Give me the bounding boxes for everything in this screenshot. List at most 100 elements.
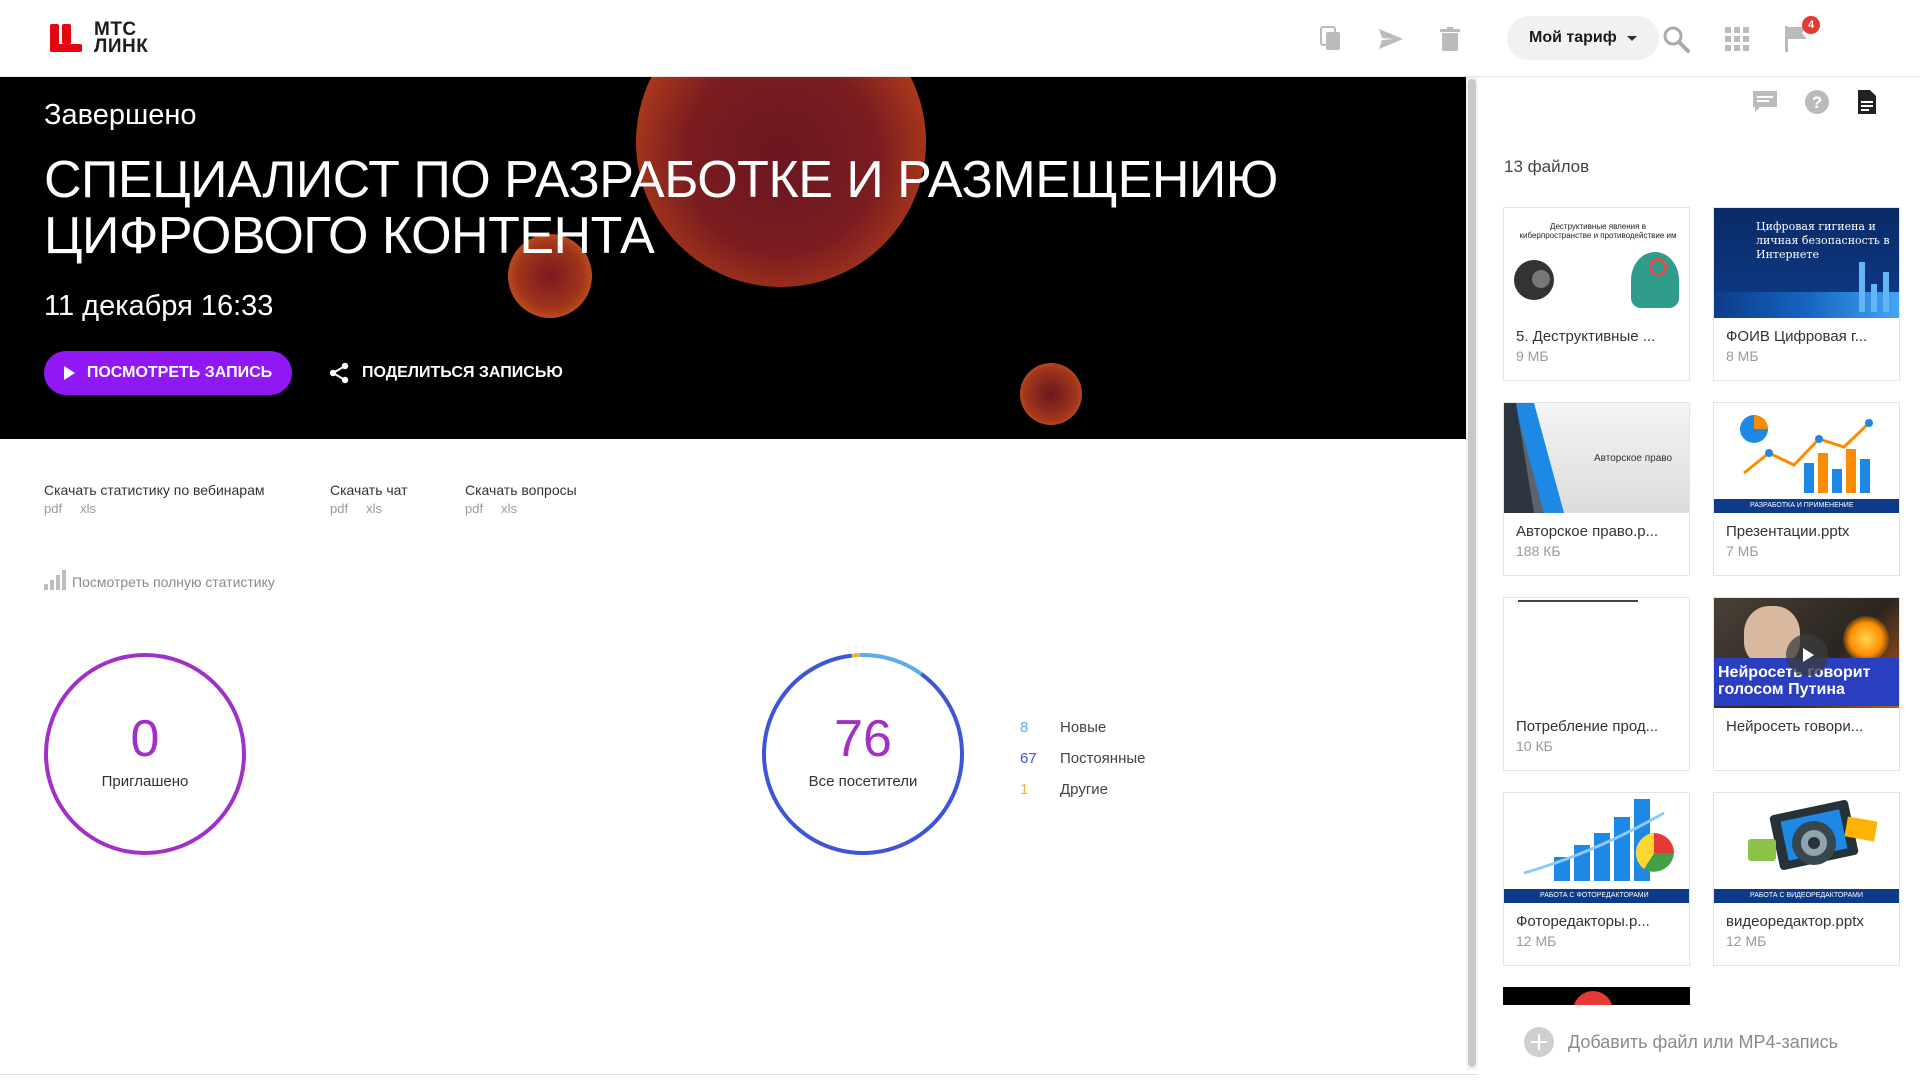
download-webinar-stats: Скачать статистику по вебинарам pdf xls <box>44 482 264 516</box>
file-name: Фоторедакторы.p... <box>1516 913 1650 930</box>
main-scrollbar[interactable] <box>1466 77 1478 1070</box>
file-name: ФОИВ Цифровая г... <box>1726 328 1868 345</box>
file-size: 188 КБ <box>1516 543 1561 559</box>
invited-value: 0 <box>130 710 160 768</box>
thumbnail-text: Деструктивные явления в киберпространств… <box>1519 222 1677 240</box>
share-recording-label: ПОДЕЛИТЬСЯ ЗАПИСЬЮ <box>362 364 563 381</box>
file-thumbnail: РАЗРАБОТКА И ПРИМЕНЕНИЕ <box>1714 403 1899 513</box>
file-thumbnail: Нейросеть говорит голосом Путина <box>1714 598 1899 708</box>
download-label: Скачать чат <box>330 482 408 498</box>
file-name: Нейросеть говори... <box>1726 718 1864 735</box>
file-size <box>1714 735 1899 738</box>
svg-text:?: ? <box>1812 93 1822 112</box>
notification-badge: 4 <box>1802 16 1820 34</box>
file-thumbnail <box>1504 598 1689 708</box>
play-icon[interactable] <box>1786 634 1828 676</box>
scrollbar-thumb[interactable] <box>1468 79 1476 1067</box>
download-xls-link[interactable]: xls <box>501 501 517 516</box>
logo-mark-icon <box>50 20 84 56</box>
thumbnail-text: РАЗРАБОТКА И ПРИМЕНЕНИЕ <box>1714 499 1899 513</box>
play-icon <box>63 366 75 380</box>
my-tariff-dropdown[interactable]: Мой тариф <box>1507 16 1659 60</box>
copy-icon[interactable] <box>1316 24 1346 54</box>
send-icon[interactable] <box>1376 24 1406 54</box>
download-xls-link[interactable]: xls <box>366 501 382 516</box>
download-pdf-link[interactable]: pdf <box>330 501 348 516</box>
share-recording-button[interactable]: ПОДЕЛИТЬСЯ ЗАПИСЬЮ <box>328 351 563 395</box>
document-icon[interactable] <box>1852 87 1882 117</box>
legend-label: Постоянные <box>1060 750 1146 767</box>
add-file-button[interactable]: Добавить файл или MP4-запись <box>1524 1027 1838 1057</box>
webinar-status: Завершено <box>44 99 197 131</box>
file-name: Авторское право.p... <box>1516 523 1659 540</box>
share-icon <box>329 362 349 384</box>
thumbnail-text: РАБОТА С ВИДЕОРЕДАКТОРАМИ <box>1714 889 1899 903</box>
top-bar: МТС ЛИНК Мой тариф 4 <box>0 0 1920 77</box>
download-xls-link[interactable]: xls <box>80 501 96 516</box>
attendees-counter: 76 Все посетители <box>760 651 966 857</box>
bar-chart-icon <box>44 570 66 590</box>
file-thumbnail: Авторское право <box>1504 403 1689 513</box>
trash-icon[interactable] <box>1435 24 1465 54</box>
watch-recording-button[interactable]: ПОСМОТРЕТЬ ЗАПИСЬ <box>44 351 292 395</box>
view-full-stats-link[interactable]: Посмотреть полную статистику <box>44 570 275 590</box>
thumbnail-text: РАБОТА С ФОТОРЕДАКТОРАМИ <box>1504 889 1689 903</box>
file-thumbnail: Цифровая гигиена и личная безопасность в… <box>1714 208 1899 318</box>
thumbnail-text: Авторское право <box>1594 453 1673 464</box>
attendees-total: 76 <box>834 710 892 768</box>
file-card[interactable]: РАБОТА С ВИДЕОРЕДАКТОРАМИ видеоредактор.… <box>1713 792 1900 966</box>
watch-recording-label: ПОСМОТРЕТЬ ЗАПИСЬ <box>86 364 273 381</box>
legend-count: 8 <box>1020 719 1029 736</box>
invited-label: Приглашено <box>101 773 189 790</box>
legend-count: 1 <box>1020 781 1029 798</box>
webinar-title: Специалист по разработке и размещению ци… <box>44 151 1278 265</box>
add-file-label: Добавить файл или MP4-запись <box>1568 1031 1838 1052</box>
tariff-label: Мой тариф <box>1529 29 1617 46</box>
download-chat: Скачать чат pdf xls <box>330 482 408 516</box>
flag-icon[interactable]: 4 <box>1782 16 1820 54</box>
file-size: 12 МБ <box>1516 933 1557 949</box>
search-icon[interactable] <box>1661 24 1691 54</box>
files-count: 13 файлов <box>1504 157 1590 176</box>
webinar-date: 11 декабря 16:33 <box>44 290 274 322</box>
download-label: Скачать статистику по вебинарам <box>44 482 265 498</box>
view-full-stats-label: Посмотреть полную статистику <box>72 574 275 590</box>
file-size: 8 МБ <box>1726 348 1759 364</box>
legend-item-other: 1 Другие <box>1020 774 1145 805</box>
file-size: 10 КБ <box>1516 738 1553 754</box>
mts-link-logo[interactable]: МТС ЛИНК <box>50 20 148 56</box>
ring-segment-other <box>851 653 861 658</box>
file-card[interactable]: Цифровая гигиена и личная безопасность в… <box>1713 207 1900 381</box>
webinar-hero-banner: Завершено Специалист по разработке и раз… <box>0 77 1478 439</box>
chat-icon[interactable] <box>1750 87 1780 117</box>
divider <box>0 1074 1478 1075</box>
chevron-down-icon <box>1626 35 1637 41</box>
invited-counter: 0 Приглашено <box>42 651 248 857</box>
file-name: Презентации.pptx <box>1726 523 1850 540</box>
file-card[interactable]: РАЗРАБОТКА И ПРИМЕНЕНИЕ Презентации.pptx… <box>1713 402 1900 576</box>
file-name: 5. Деструктивные ... <box>1516 328 1656 345</box>
legend-count: 67 <box>1020 750 1037 767</box>
file-size: 7 МБ <box>1726 543 1759 559</box>
download-questions: Скачать вопросы pdf xls <box>465 482 577 516</box>
apps-grid-icon[interactable] <box>1722 24 1752 54</box>
file-card[interactable]: Потребление прод... 10 КБ <box>1503 597 1690 771</box>
legend-label: Новые <box>1060 719 1107 736</box>
logo-text: МТС ЛИНК <box>94 20 148 56</box>
file-name: Потребление прод... <box>1516 718 1659 735</box>
attendees-label: Все посетители <box>808 773 918 790</box>
file-card[interactable]: Авторское право Авторское право.p... 188… <box>1503 402 1690 576</box>
download-pdf-link[interactable]: pdf <box>44 501 62 516</box>
files-panel: ? 13 файлов Деструктивные явления в кибе… <box>1480 77 1920 1080</box>
legend-item-regular: 67 Постоянные <box>1020 743 1145 774</box>
plus-icon <box>1524 1027 1554 1057</box>
download-pdf-link[interactable]: pdf <box>465 501 483 516</box>
help-icon[interactable]: ? <box>1802 87 1832 117</box>
file-card[interactable]: Нейросеть говорит голосом Путина Нейросе… <box>1713 597 1900 771</box>
legend-item-new: 8 Новые <box>1020 712 1145 743</box>
file-card[interactable]: Деструктивные явления в киберпространств… <box>1503 207 1690 381</box>
thumbnail-text: Цифровая гигиена и личная безопасность в… <box>1756 220 1890 261</box>
file-thumbnail: РАБОТА С ВИДЕОРЕДАКТОРАМИ <box>1714 793 1899 903</box>
file-card[interactable]: РАБОТА С ФОТОРЕДАКТОРАМИ Фоторедакторы.p… <box>1503 792 1690 966</box>
file-card-partial[interactable] <box>1503 987 1690 1005</box>
